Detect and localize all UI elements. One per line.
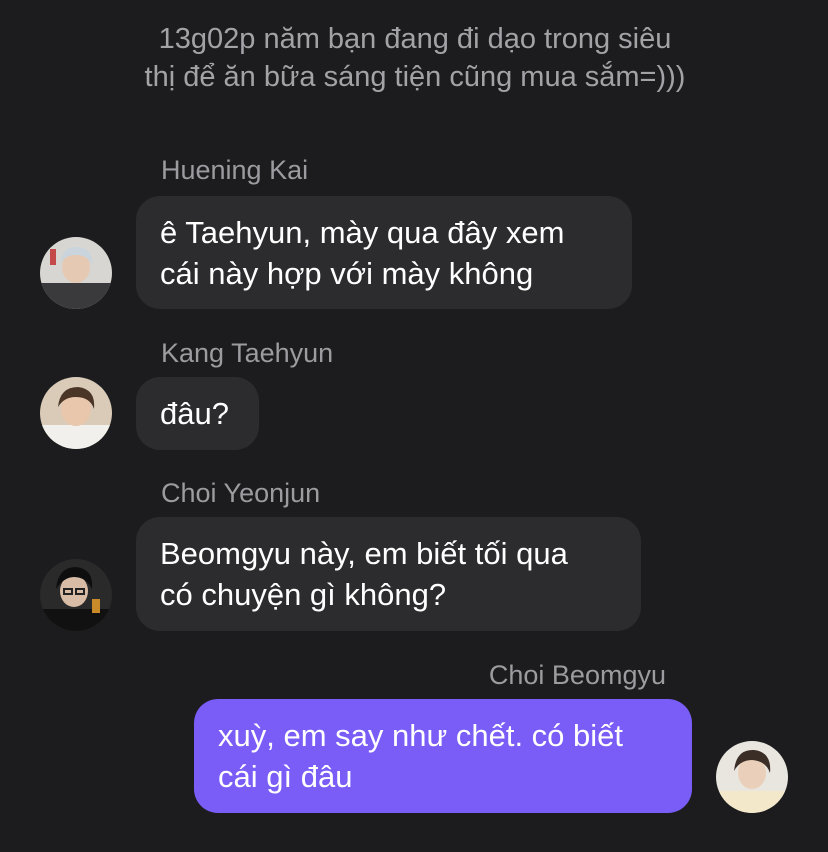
avatar-choi-beomgyu[interactable] <box>716 741 788 813</box>
message-bubble-choi-beomgyu[interactable]: xuỳ, em say như chết. có biết cái gì đâu <box>194 699 692 813</box>
avatar-kang-taehyun[interactable] <box>40 377 112 449</box>
message-bubble-huening-kai[interactable]: ê Taehyun, mày qua đây xem cái này hợp v… <box>136 196 632 309</box>
message-bubble-kang-taehyun[interactable]: đâu? <box>136 377 259 450</box>
sender-name-choi-yeonjun: Choi Yeonjun <box>161 478 321 508</box>
sender-name-huening-kai: Huening Kai <box>161 155 309 185</box>
sender-name-choi-beomgyu: Choi Beomgyu <box>488 660 666 690</box>
avatar-choi-yeonjun[interactable] <box>40 559 112 631</box>
sender-name-kang-taehyun: Kang Taehyun <box>161 338 334 368</box>
message-bubble-choi-yeonjun[interactable]: Beomgyu này, em biết tối qua có chuyện g… <box>136 517 641 631</box>
system-note: 13g02p năm bạn đang đi dạo trong siêu th… <box>144 23 686 93</box>
avatar-huening-kai[interactable] <box>40 237 112 309</box>
